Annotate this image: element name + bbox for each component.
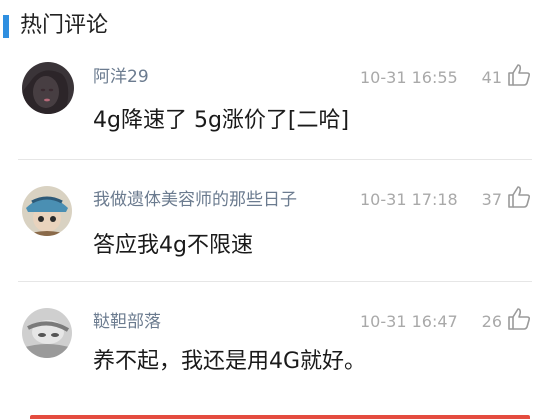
comment-username[interactable]: 我做遗体美容师的那些日子 — [93, 188, 297, 212]
thumbs-up-icon[interactable] — [506, 62, 532, 88]
comment-item: 鞑靼部落 10-31 16:47 26 养不起，我还是用4G就好。 — [0, 282, 550, 419]
header-accent-bar — [3, 15, 9, 38]
like-count: 26 — [481, 312, 502, 331]
avatar[interactable] — [22, 62, 74, 114]
comment-item: 我做遗体美容师的那些日子 10-31 17:18 37 答应我4g不限速 — [0, 160, 550, 282]
comment-username[interactable]: 阿洋29 — [93, 65, 149, 89]
like-count: 37 — [481, 190, 502, 209]
comment-time: 10-31 16:47 — [360, 312, 458, 331]
comment-time: 10-31 16:55 — [360, 68, 458, 87]
comment-text: 4g降速了 5g涨价了[二哈] — [93, 108, 350, 133]
bottom-button-edge[interactable] — [30, 415, 530, 419]
thumbs-up-icon[interactable] — [506, 306, 532, 332]
like-count: 41 — [481, 68, 502, 87]
comment-item: 阿洋29 10-31 16:55 41 4g降速了 5g涨价了[二哈] — [0, 50, 550, 160]
comment-text: 养不起，我还是用4G就好。 — [93, 349, 367, 374]
thumbs-up-icon[interactable] — [506, 184, 532, 210]
section-header: 热门评论 — [0, 0, 550, 50]
comment-username[interactable]: 鞑靼部落 — [93, 310, 161, 334]
comment-text: 答应我4g不限速 — [93, 233, 253, 258]
avatar[interactable] — [22, 186, 72, 236]
comment-time: 10-31 17:18 — [360, 190, 458, 209]
section-title: 热门评论 — [20, 13, 109, 38]
avatar[interactable] — [22, 308, 72, 358]
